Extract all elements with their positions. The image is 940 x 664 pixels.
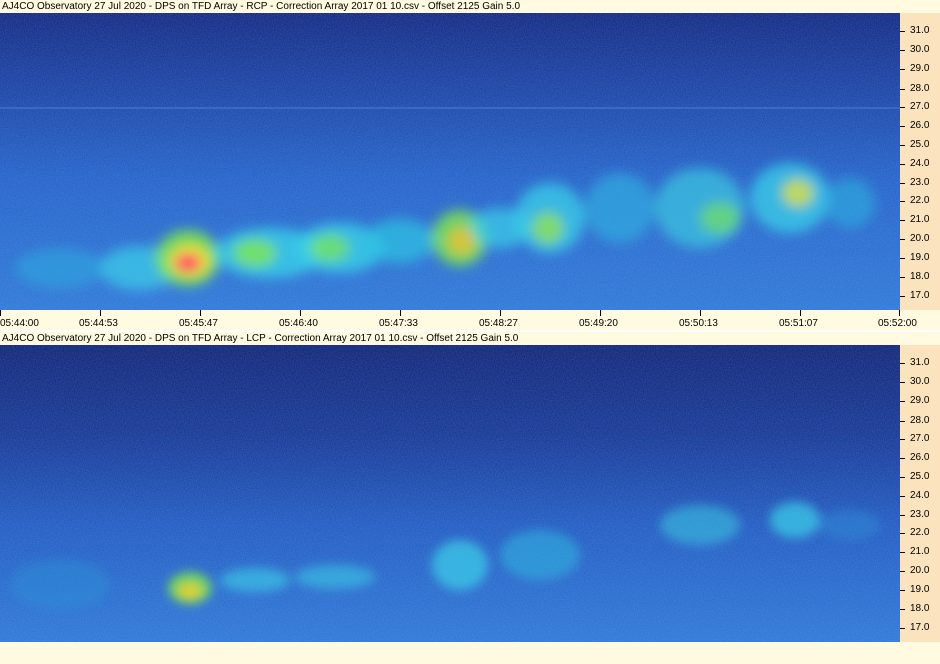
rcp-spectrogram[interactable] <box>0 13 900 310</box>
lcp-freq-label: 17.0 <box>910 622 930 633</box>
lcp-spectrogram[interactable] <box>0 345 900 642</box>
rcp-title-bar: AJ4CO Observatory 27 Jul 2020 - DPS on T… <box>0 0 940 13</box>
time-label: 05:50:13 <box>679 318 718 329</box>
rcp-freq-label: 22.0 <box>910 195 930 206</box>
lcp-title-bar: AJ4CO Observatory 27 Jul 2020 - DPS on T… <box>0 332 940 345</box>
lcp-freq-label: 28.0 <box>910 415 930 426</box>
lcp-freq-label: 20.0 <box>910 565 930 576</box>
rcp-freq-label: 20.0 <box>910 233 930 244</box>
lcp-frequency-axis: 31.0 30.0 29.0 28.0 27.0 26.0 25.0 24.0 … <box>900 345 940 642</box>
lcp-freq-label: 26.0 <box>910 452 930 463</box>
time-label: 05:49:20 <box>579 318 618 329</box>
rcp-freq-label: 28.0 <box>910 83 930 94</box>
rcp-freq-label: 31.0 <box>910 25 930 36</box>
lcp-freq-label: 21.0 <box>910 546 930 557</box>
rcp-freq-label: 26.0 <box>910 120 930 131</box>
time-label: 05:48:27 <box>479 318 518 329</box>
rcp-freq-label: 17.0 <box>910 290 930 301</box>
rcp-freq-label: 18.0 <box>910 271 930 282</box>
lcp-freq-label: 31.0 <box>910 357 930 368</box>
rcp-freq-label: 27.0 <box>910 101 930 112</box>
time-label: 05:47:33 <box>379 318 418 329</box>
lcp-freq-label: 23.0 <box>910 509 930 520</box>
lcp-freq-label: 25.0 <box>910 471 930 482</box>
lcp-freq-label: 29.0 <box>910 395 930 406</box>
bottom-status-strip <box>0 642 940 664</box>
lcp-freq-label: 19.0 <box>910 584 930 595</box>
rcp-freq-label: 19.0 <box>910 252 930 263</box>
time-label: 05:44:00 <box>0 318 39 329</box>
rcp-freq-label: 23.0 <box>910 177 930 188</box>
time-axis: 05:44:00 05:44:53 05:45:47 05:46:40 05:4… <box>0 310 940 330</box>
lcp-freq-label: 27.0 <box>910 433 930 444</box>
lcp-freq-label: 30.0 <box>910 376 930 387</box>
rcp-freq-label: 21.0 <box>910 214 930 225</box>
rcp-freq-label: 25.0 <box>910 139 930 150</box>
lcp-freq-label: 24.0 <box>910 490 930 501</box>
time-label: 05:45:47 <box>179 318 218 329</box>
rcp-freq-label: 30.0 <box>910 44 930 55</box>
time-label: 05:44:53 <box>79 318 118 329</box>
rcp-freq-label: 24.0 <box>910 158 930 169</box>
lcp-freq-label: 18.0 <box>910 603 930 614</box>
time-label: 05:52:00 <box>878 318 917 329</box>
rcp-frequency-axis: 31.0 30.0 29.0 28.0 27.0 26.0 25.0 24.0 … <box>900 13 940 310</box>
lcp-freq-label: 22.0 <box>910 527 930 538</box>
rcp-freq-label: 29.0 <box>910 63 930 74</box>
time-label: 05:51:07 <box>779 318 818 329</box>
time-label: 05:46:40 <box>279 318 318 329</box>
